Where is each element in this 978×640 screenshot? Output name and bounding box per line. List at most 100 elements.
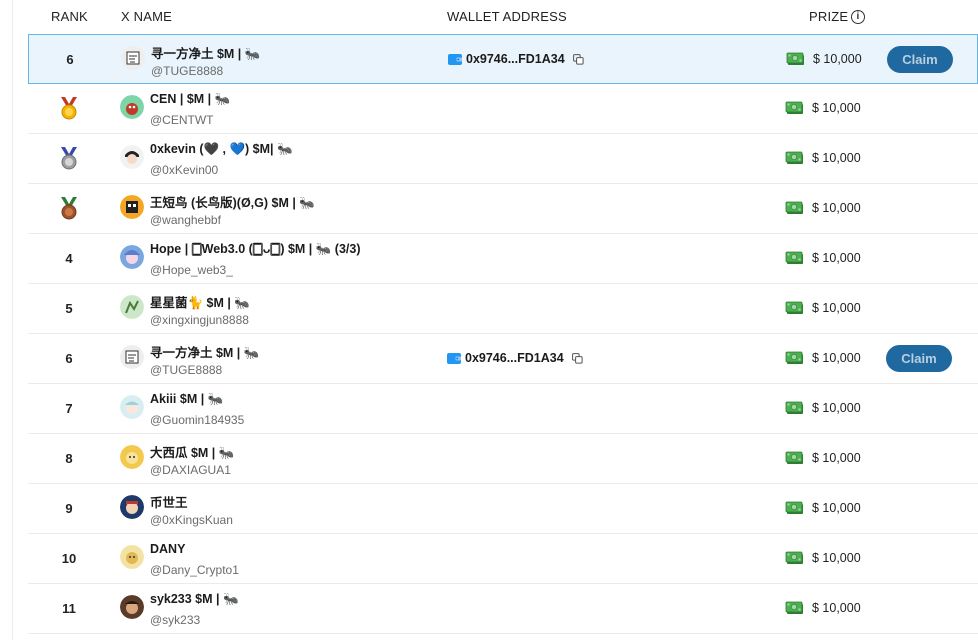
avatar[interactable] xyxy=(120,145,144,169)
table-row: 7 Akiii $M | 🐜 @Guomin184935 $ 10,000 xyxy=(28,384,978,434)
wallet-address-text: 0x9746...FD1A34 xyxy=(466,52,565,66)
display-name[interactable]: 星星菌🐈 $M | 🐜 xyxy=(150,292,250,311)
prize-amount: $ 10,000 xyxy=(813,52,862,66)
table-row: 10 DANY @Dany_Crypto1 $ 10,000 xyxy=(28,534,978,584)
rank-cell xyxy=(28,184,110,233)
x-handle[interactable]: @TUGE8888 xyxy=(151,64,223,78)
rank-cell xyxy=(28,84,110,133)
leaderboard-panel: RANK X NAME WALLET ADDRESS PRIZE i 6 寻一方… xyxy=(12,0,978,640)
money-icon xyxy=(785,500,805,516)
table-row: 11 syk233 $M | 🐜 @syk233 $ 10,000 xyxy=(28,584,978,634)
rank-cell: 4 xyxy=(65,251,73,266)
table-row: 9 币世王 @0xKingsKuan $ 10,000 xyxy=(28,484,978,534)
money-icon xyxy=(785,200,805,216)
prize-cell: $ 10,000 xyxy=(785,100,861,116)
prize-cell: $ 10,000 xyxy=(785,300,861,316)
display-name[interactable]: Hope | 🀆Web3.0 (🀆ᴗ🀆) $M | 🐜 (3/3) xyxy=(150,242,361,257)
display-name[interactable]: 0xkevin (🖤 , 💙) $M| 🐜 xyxy=(150,142,293,157)
x-handle[interactable]: @0xKingsKuan xyxy=(150,513,233,527)
prize-amount: $ 10,000 xyxy=(812,101,861,115)
avatar[interactable] xyxy=(120,395,144,419)
rank-cell: 9 xyxy=(65,501,73,516)
display-name[interactable]: 王短鸟 (长鸟版)(Ø,G) $M | 🐜 xyxy=(150,192,315,211)
avatar[interactable] xyxy=(120,295,144,319)
money-icon xyxy=(785,450,805,466)
prize-cell: $ 10,000 xyxy=(785,150,861,166)
display-name[interactable]: 大西瓜 $M | 🐜 xyxy=(150,442,234,461)
prize-amount: $ 10,000 xyxy=(812,501,861,515)
display-name[interactable]: syk233 $M | 🐜 xyxy=(150,592,239,607)
display-name[interactable]: 寻一方净土 $M | 🐜 xyxy=(151,43,260,62)
wallet-column-header: WALLET ADDRESS xyxy=(447,9,567,24)
prize-cell: $ 10,000 xyxy=(785,200,861,216)
rank-cell: 11 xyxy=(62,601,76,616)
prize-cell: $ 10,000 xyxy=(785,400,861,416)
display-name[interactable]: Akiii $M | 🐜 xyxy=(150,392,223,407)
money-icon xyxy=(785,100,805,116)
leaderboard-rows: 6 寻一方净土 $M | 🐜 @TUGE8888 0x9746...FD1A34… xyxy=(28,34,978,634)
avatar[interactable] xyxy=(120,545,144,569)
x-handle[interactable]: @Dany_Crypto1 xyxy=(150,563,239,577)
table-row: 王短鸟 (长鸟版)(Ø,G) $M | 🐜 @wanghebbf $ 10,00… xyxy=(28,184,978,234)
gold-medal-icon xyxy=(61,96,77,119)
avatar[interactable] xyxy=(120,495,144,519)
table-row: 4 Hope | 🀆Web3.0 (🀆ᴗ🀆) $M | 🐜 (3/3) @Hop… xyxy=(28,234,978,284)
x-handle[interactable]: @Hope_web3_ xyxy=(150,263,233,277)
prize-amount: $ 10,000 xyxy=(812,601,861,615)
wallet-icon xyxy=(448,54,462,65)
avatar[interactable] xyxy=(120,445,144,469)
money-icon xyxy=(785,350,805,366)
x-name-column-header: X NAME xyxy=(121,9,173,24)
avatar[interactable] xyxy=(121,46,145,70)
rank-cell: 6 xyxy=(65,351,73,366)
avatar[interactable] xyxy=(120,595,144,619)
x-handle[interactable]: @TUGE8888 xyxy=(150,363,222,377)
money-icon xyxy=(785,600,805,616)
x-handle[interactable]: @Guomin184935 xyxy=(150,413,244,427)
avatar[interactable] xyxy=(120,195,144,219)
x-handle[interactable]: @0xKevin00 xyxy=(150,163,218,177)
table-row: CEN | $M | 🐜 @CENTWT $ 10,000 xyxy=(28,84,978,134)
claim-button[interactable]: Claim xyxy=(887,46,953,73)
table-row-current-user: 6 寻一方净土 $M | 🐜 @TUGE8888 0x9746...FD1A34… xyxy=(28,34,978,84)
rank-cell xyxy=(28,134,110,183)
prize-cell: $ 10,000 xyxy=(785,250,861,266)
prize-cell: $ 10,000 xyxy=(785,600,861,616)
copy-icon[interactable] xyxy=(572,353,583,364)
money-icon xyxy=(785,400,805,416)
table-row: 0xkevin (🖤 , 💙) $M| 🐜 @0xKevin00 $ 10,00… xyxy=(28,134,978,184)
money-icon xyxy=(785,250,805,266)
info-icon[interactable]: i xyxy=(851,10,865,24)
prize-cell: $ 10,000 xyxy=(786,51,862,67)
prize-column-header: PRIZE xyxy=(809,9,849,24)
rank-column-header: RANK xyxy=(51,9,88,24)
display-name[interactable]: CEN | $M | 🐜 xyxy=(150,92,230,107)
prize-amount: $ 10,000 xyxy=(812,551,861,565)
avatar[interactable] xyxy=(120,345,144,369)
wallet-address: 0x9746...FD1A34 xyxy=(447,351,583,365)
prize-cell: $ 10,000 xyxy=(785,550,861,566)
avatar[interactable] xyxy=(120,95,144,119)
prize-cell: $ 10,000 xyxy=(785,350,861,366)
copy-icon[interactable] xyxy=(573,54,584,65)
bronze-medal-icon xyxy=(61,196,77,219)
x-handle[interactable]: @CENTWT xyxy=(150,113,214,127)
x-handle[interactable]: @DAXIAGUA1 xyxy=(150,463,231,477)
table-row: 6 寻一方净土 $M | 🐜 @TUGE8888 0x9746...FD1A34… xyxy=(28,334,978,384)
prize-amount: $ 10,000 xyxy=(812,351,861,365)
x-handle[interactable]: @wanghebbf xyxy=(150,213,221,227)
money-icon xyxy=(785,150,805,166)
table-row: 8 大西瓜 $M | 🐜 @DAXIAGUA1 $ 10,000 xyxy=(28,434,978,484)
x-handle[interactable]: @syk233 xyxy=(150,613,200,627)
table-header: RANK X NAME WALLET ADDRESS PRIZE i xyxy=(13,0,978,34)
claim-button[interactable]: Claim xyxy=(886,345,952,372)
avatar[interactable] xyxy=(120,245,144,269)
money-icon xyxy=(786,51,806,67)
display-name[interactable]: DANY xyxy=(150,542,185,556)
prize-cell: $ 10,000 xyxy=(785,450,861,466)
prize-amount: $ 10,000 xyxy=(812,251,861,265)
x-handle[interactable]: @xingxingjun8888 xyxy=(150,313,249,327)
display-name[interactable]: 币世王 xyxy=(150,492,188,511)
display-name[interactable]: 寻一方净土 $M | 🐜 xyxy=(150,342,259,361)
prize-amount: $ 10,000 xyxy=(812,201,861,215)
